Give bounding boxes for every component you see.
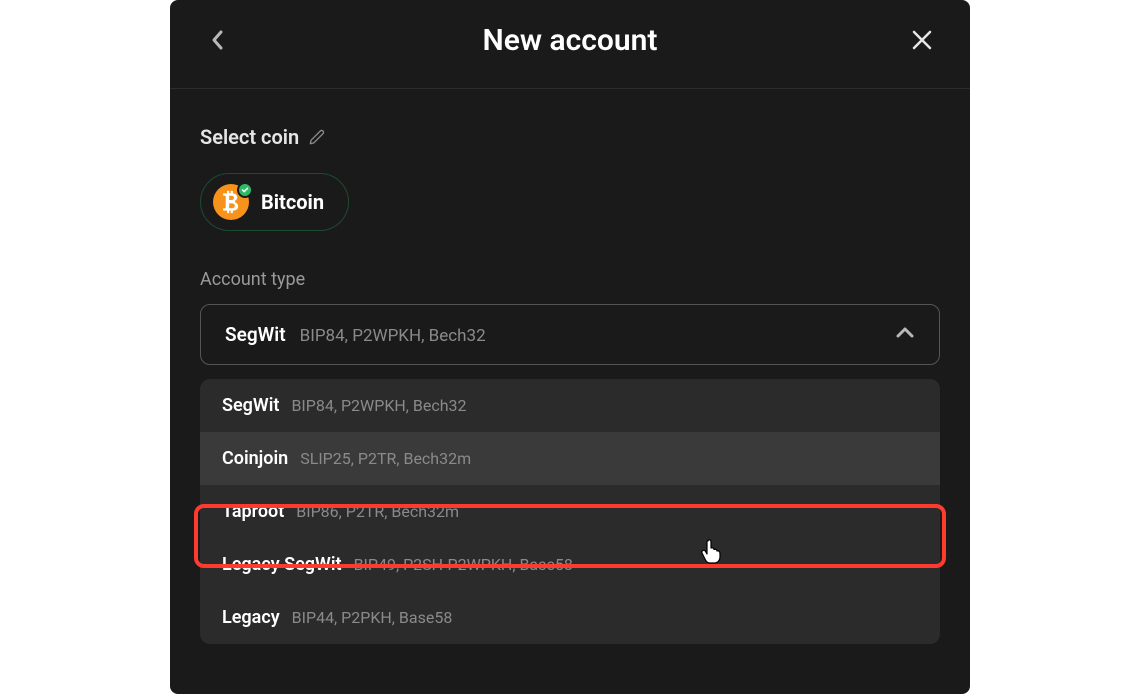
close-icon: [911, 29, 933, 51]
coin-name: Bitcoin: [261, 190, 324, 214]
dropdown-item-name: Legacy SegWit: [222, 554, 342, 575]
chevron-left-icon: [210, 28, 226, 52]
coin-icon-wrap: [213, 184, 249, 220]
modal-title: New account: [483, 23, 658, 58]
dropdown-item-segwit[interactable]: SegWit BIP84, P2WPKH, Bech32: [200, 379, 940, 432]
dropdown-item-taproot[interactable]: Taproot BIP86, P2TR, Bech32m: [200, 485, 940, 538]
select-coin-label-row: Select coin: [200, 125, 940, 149]
account-type-select[interactable]: SegWit BIP84, P2WPKH, Bech32: [200, 304, 940, 365]
select-value-name: SegWit: [225, 323, 286, 346]
coin-pill-bitcoin[interactable]: Bitcoin: [200, 173, 349, 231]
close-button[interactable]: [902, 20, 942, 60]
chevron-up-icon: [895, 325, 915, 344]
account-type-label: Account type: [200, 269, 940, 290]
modal-header: New account: [170, 0, 970, 89]
dropdown-item-name: Coinjoin: [222, 448, 288, 469]
dropdown-item-name: Legacy: [222, 607, 280, 628]
select-value: SegWit BIP84, P2WPKH, Bech32: [225, 323, 486, 346]
modal-body: Select coin Bitcoin Account type SegWit …: [170, 89, 970, 644]
dropdown-item-detail: BIP84, P2WPKH, Bech32: [291, 396, 466, 415]
select-coin-label: Select coin: [200, 125, 299, 149]
dropdown-item-detail: BIP49, P2SH-P2WPKH, Base58: [354, 555, 573, 574]
dropdown-item-name: SegWit: [222, 395, 279, 416]
check-badge-icon: [237, 182, 253, 198]
dropdown-item-detail: BIP86, P2TR, Bech32m: [296, 502, 459, 521]
dropdown-item-name: Taproot: [222, 501, 284, 522]
dropdown-item-detail: SLIP25, P2TR, Bech32m: [300, 449, 471, 468]
dropdown-item-legacy[interactable]: Legacy BIP44, P2PKH, Base58: [200, 591, 940, 644]
account-type-dropdown: SegWit BIP84, P2WPKH, Bech32 Coinjoin SL…: [200, 379, 940, 644]
new-account-modal: New account Select coin Bitcoin Account …: [170, 0, 970, 694]
edit-icon[interactable]: [309, 129, 325, 145]
back-button[interactable]: [198, 20, 238, 60]
dropdown-item-coinjoin[interactable]: Coinjoin SLIP25, P2TR, Bech32m: [200, 432, 940, 485]
select-value-detail: BIP84, P2WPKH, Bech32: [300, 326, 486, 346]
dropdown-item-detail: BIP44, P2PKH, Base58: [292, 608, 453, 627]
dropdown-item-legacy-segwit[interactable]: Legacy SegWit BIP49, P2SH-P2WPKH, Base58: [200, 538, 940, 591]
